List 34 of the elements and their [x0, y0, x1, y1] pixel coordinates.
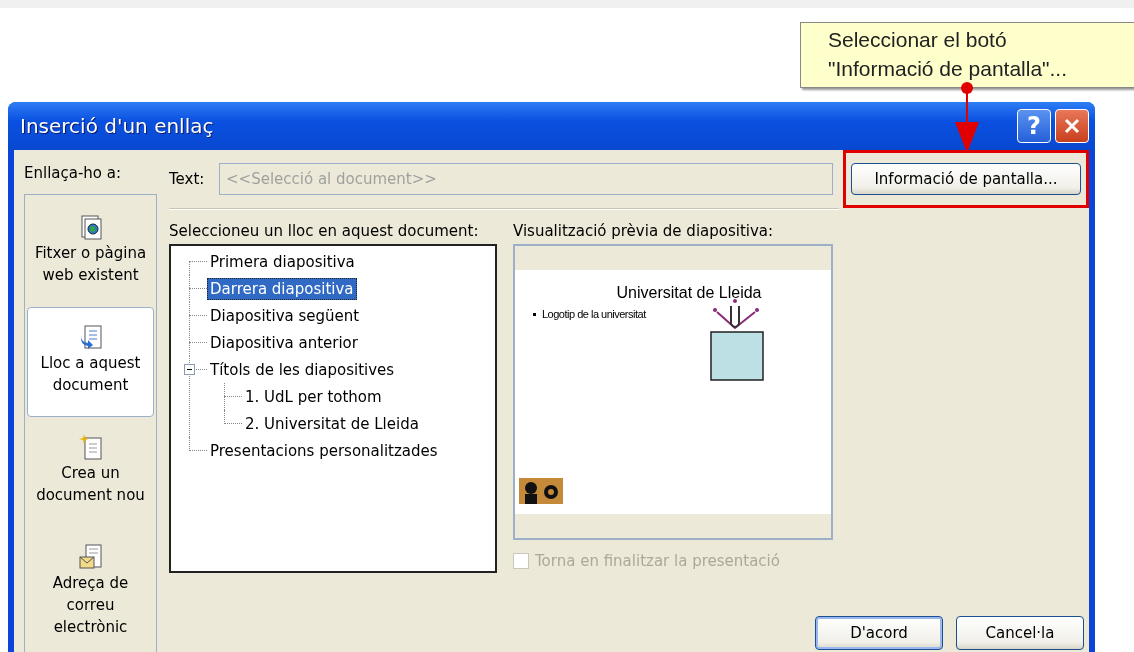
tree-item[interactable]: Diapositiva següent [207, 304, 363, 327]
tree-item[interactable]: Diapositiva anterior [207, 331, 361, 354]
place-item[interactable]: Fitxer o pàgina web existent [27, 197, 154, 307]
tree-item[interactable]: Primera diapositiva [207, 250, 358, 273]
page-envelope-icon [78, 544, 103, 570]
text-field[interactable]: <<Selecció al document>> [219, 163, 833, 195]
tree-item[interactable]: 1. UdL per tothom [242, 385, 385, 408]
page-arrow-icon [78, 324, 103, 350]
logo-icon [519, 478, 563, 504]
new-page-icon [78, 434, 103, 460]
screen-tip-button[interactable]: Informació de pantalla... [851, 163, 1081, 195]
tree-item[interactable]: Presentacions personalitzades [207, 439, 441, 462]
tree-label: Seleccioneu un lloc en aquest document: [169, 222, 480, 240]
page-globe-icon [78, 214, 103, 240]
dialog-button[interactable]: D'acord [815, 616, 943, 650]
window-title: Inserció d'un enllaç [20, 114, 214, 138]
callout-note: Seleccionar el botó "Informació de pantalla"... [800, 22, 1134, 88]
text-label: Text: [169, 170, 206, 188]
dialog-button[interactable]: Cancel·la [956, 616, 1084, 650]
tree-item[interactable]: Darrera diapositiva [207, 277, 357, 300]
close-button[interactable] [1055, 109, 1089, 143]
tree-item[interactable]: 2. Universitat de Lleida [242, 412, 422, 435]
bullet-icon [533, 312, 536, 316]
slide-bullet: Logotip de la universitat [542, 308, 646, 320]
collapse-icon[interactable] [184, 364, 195, 375]
place-item[interactable]: Lloc a aquest document [27, 307, 154, 417]
place-item[interactable]: Adreça de correu electrònic [27, 527, 154, 637]
close-icon [1064, 118, 1080, 134]
tree-item[interactable]: Títols de les diapositives [207, 358, 398, 381]
help-button[interactable]: ? [1017, 109, 1051, 143]
slide-title: Universitat de Lleida [616, 284, 762, 302]
link-to-label: Enllaça-ho a: [24, 164, 123, 182]
place-item[interactable]: Crea un document nou [27, 417, 154, 527]
preview-label: Visualització prèvia de diapositiva: [513, 222, 775, 240]
